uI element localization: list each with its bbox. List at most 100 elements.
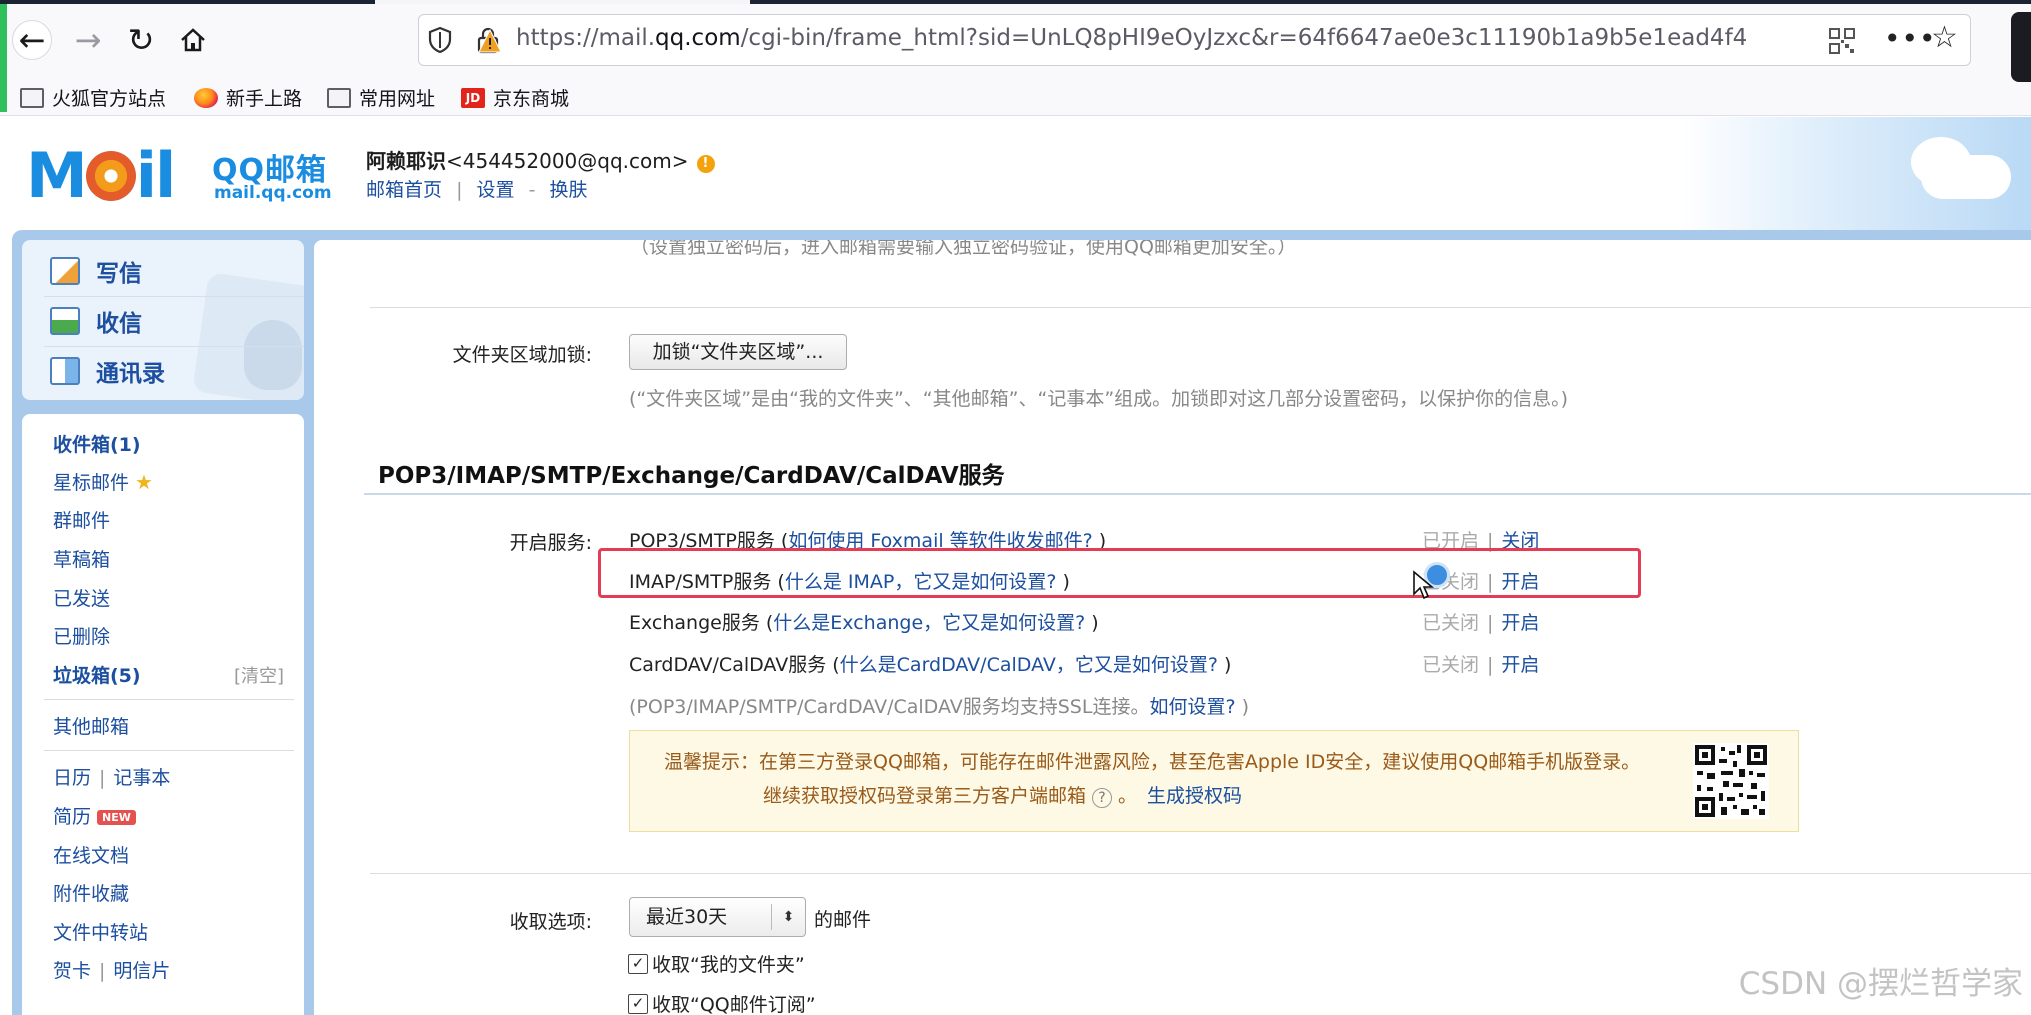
tip-line-1: 温馨提示：在第三方登录QQ邮箱，可能存在邮件泄露风险，甚至危害Apple ID安… — [664, 751, 1641, 773]
folder-other-mailboxes[interactable]: 其他邮箱 — [53, 712, 129, 739]
folder-inbox[interactable]: 收件箱(1) — [53, 430, 141, 457]
bookmark-firefox-site[interactable]: 火狐官方站点 — [20, 84, 166, 111]
tip-line-2: 继续获取授权码登录第三方客户端邮箱?。生成授权码 — [763, 785, 1243, 808]
highlight-box — [598, 548, 1641, 598]
exchange-status: 已关闭 | 开启 — [1422, 612, 1540, 634]
shield-icon[interactable] — [428, 26, 452, 54]
star-icon: ★ — [135, 470, 153, 494]
folder-lock-note: (“文件夹区域”是由“我的文件夹”、“其他邮箱”、“记事本”组成。加锁即对这几部… — [629, 388, 1569, 410]
bookmark-jd[interactable]: JD 京东商城 — [461, 84, 569, 111]
warning-icon[interactable]: ! — [696, 155, 715, 173]
firefox-icon — [194, 87, 218, 108]
insecure-lock-icon[interactable] — [476, 26, 502, 54]
folder-deleted[interactable]: 已删除 — [53, 622, 110, 649]
receive-button[interactable]: 收信 — [50, 304, 142, 338]
attachments-link[interactable]: 附件收藏 — [53, 879, 129, 906]
write-icon — [50, 257, 80, 285]
reload-icon: ↻ — [127, 21, 155, 59]
user-name: 阿赖耶识 — [366, 149, 446, 173]
penguin-decoration — [244, 320, 302, 390]
mail-header: Mil QQ邮箱 mail.qq.com 阿赖耶识<454452000@qq.c… — [0, 117, 2031, 230]
contact-card-icon — [50, 357, 80, 385]
online-docs-link[interactable]: 在线文档 — [53, 841, 129, 868]
bookmark-common-sites[interactable]: 常用网址 — [327, 84, 435, 111]
home-icon — [181, 28, 205, 52]
logo-domain: mail.qq.com — [214, 183, 332, 203]
checkbox-checked-icon[interactable]: ✓ — [628, 993, 648, 1014]
new-badge: NEW — [97, 810, 136, 825]
quick-actions-panel: 写信 收信 通讯录 — [22, 240, 304, 400]
folder-sidebar: 收件箱(1) 星标邮件 ★ 群邮件 草稿箱 已发送 已删除 垃圾箱(5) [清空]… — [22, 414, 304, 1015]
checkbox-checked-icon[interactable]: ✓ — [628, 953, 648, 974]
mail-home-link[interactable]: 邮箱首页 — [366, 179, 442, 201]
contacts-button[interactable]: 通讯录 — [50, 354, 165, 388]
folder-starred[interactable]: 星标邮件 ★ — [53, 468, 153, 495]
exchange-help-link[interactable]: 什么是Exchange，它又是如何设置? — [773, 612, 1085, 634]
service-row-carddav: CardDAV/CalDAV服务 (什么是CardDAV/CalDAV，它又是如… — [629, 654, 1232, 676]
resume-link[interactable]: 简历 NEW — [53, 802, 136, 829]
postcards-link[interactable]: 明信片 — [113, 960, 170, 982]
folder-lock-label: 文件夹区域加锁: — [452, 344, 592, 366]
checkbox-my-folders[interactable]: ✓ 收取“我的文件夹” — [628, 950, 805, 977]
carddav-enable-link[interactable]: 开启 — [1501, 654, 1539, 676]
qr-code-icon[interactable] — [1829, 28, 1855, 54]
folder-group[interactable]: 群邮件 — [53, 506, 110, 533]
carddav-help-link[interactable]: 什么是CardDAV/CalDAV，它又是如何设置? — [840, 654, 1218, 676]
bookmarks-toolbar: 火狐官方站点 新手上路 常用网址 JD 京东商城 — [0, 78, 2031, 114]
header-sky-decoration — [1680, 117, 2031, 230]
arrow-left-icon: ← — [18, 21, 46, 59]
carddav-status: 已关闭 | 开启 — [1422, 654, 1540, 676]
folder-drafts[interactable]: 草稿箱 — [53, 545, 110, 572]
logo-mail-word: Mil — [26, 139, 176, 212]
side-panel-edge — [2011, 12, 2031, 82]
more-options-icon[interactable]: ••• — [1884, 22, 1937, 55]
settings-link[interactable]: 设置 — [477, 179, 515, 201]
home-button[interactable] — [173, 20, 213, 60]
calendar-link[interactable]: 日历 — [53, 767, 91, 789]
back-button[interactable]: ← — [12, 20, 52, 60]
ssl-help-link[interactable]: 如何设置? — [1149, 696, 1235, 718]
file-transfer-link[interactable]: 文件中转站 — [53, 918, 148, 945]
bookmark-getting-started[interactable]: 新手上路 — [194, 84, 302, 111]
security-tip-box: 温馨提示：在第三方登录QQ邮箱，可能存在邮件泄露风险，甚至危害Apple ID安… — [629, 730, 1799, 832]
folder-icon — [20, 87, 44, 108]
checkbox-qq-subscriptions[interactable]: ✓ 收取“QQ邮件订阅” — [628, 990, 816, 1015]
generate-auth-code-link[interactable]: 生成授权码 — [1147, 785, 1242, 807]
user-email: <454452000@qq.com> — [446, 149, 689, 173]
exchange-enable-link[interactable]: 开启 — [1501, 612, 1539, 634]
qr-code-image — [1693, 743, 1769, 819]
clear-spam-link[interactable]: [清空] — [234, 662, 284, 688]
ssl-note: (POP3/IMAP/SMTP/CardDAV/CalDAV服务均支持SSL连接… — [629, 696, 1249, 718]
mouse-cursor-icon — [1413, 570, 1434, 600]
notes-link[interactable]: 记事本 — [113, 767, 170, 789]
section-title: POP3/IMAP/SMTP/Exchange/CardDAV/CalDAV服务 — [378, 463, 1005, 489]
change-skin-link[interactable]: 换肤 — [549, 179, 587, 201]
reload-button[interactable]: ↻ — [121, 20, 161, 60]
browser-toolbar: ← → ↻ https://mail.qq.com/cgi-bin/frame_… — [0, 4, 2031, 116]
receive-period-select[interactable]: 最近30天 ⬍ — [629, 897, 806, 937]
receive-options-label: 收取选项: — [509, 911, 592, 933]
independent-password-note: （设置独立密码后，进入邮箱需要输入独立密码验证，使用QQ邮箱更加安全。） — [630, 240, 1297, 258]
bookmark-star-icon[interactable]: ☆ — [1931, 20, 1958, 55]
forward-button[interactable]: → — [68, 20, 108, 60]
user-info: 阿赖耶识<454452000@qq.com>! — [366, 145, 715, 174]
download-icon — [50, 307, 80, 335]
header-links: 邮箱首页 | 设置 - 换肤 — [366, 179, 588, 201]
folder-icon — [327, 87, 351, 108]
settings-content: （设置独立密码后，进入邮箱需要输入独立密码验证，使用QQ邮箱更加安全。） 文件夹… — [314, 240, 2031, 1015]
compose-button[interactable]: 写信 — [50, 254, 142, 288]
folder-sent[interactable]: 已发送 — [53, 584, 110, 611]
url-text[interactable]: https://mail.qq.com/cgi-bin/frame_html?s… — [516, 25, 1747, 51]
logo-o-icon — [85, 151, 136, 201]
select-updown-icon: ⬍ — [771, 904, 805, 930]
folder-lock-button[interactable]: 加锁“文件夹区域”... — [629, 334, 847, 370]
folder-spam[interactable]: 垃圾箱(5) — [53, 661, 141, 688]
greeting-cards-link[interactable]: 贺卡 — [53, 960, 91, 982]
qqmail-logo[interactable]: Mil QQ邮箱 mail.qq.com — [26, 141, 336, 211]
csdn-watermark: CSDN @摆烂哲学家 — [1738, 966, 2023, 1002]
calendar-notes-row: 日历 | 记事本 — [53, 767, 171, 789]
help-icon[interactable]: ? — [1092, 788, 1113, 808]
enable-service-label: 开启服务: — [509, 532, 592, 554]
cards-row: 贺卡 | 明信片 — [53, 960, 171, 982]
service-row-exchange: Exchange服务 (什么是Exchange，它又是如何设置? ) — [629, 612, 1099, 634]
